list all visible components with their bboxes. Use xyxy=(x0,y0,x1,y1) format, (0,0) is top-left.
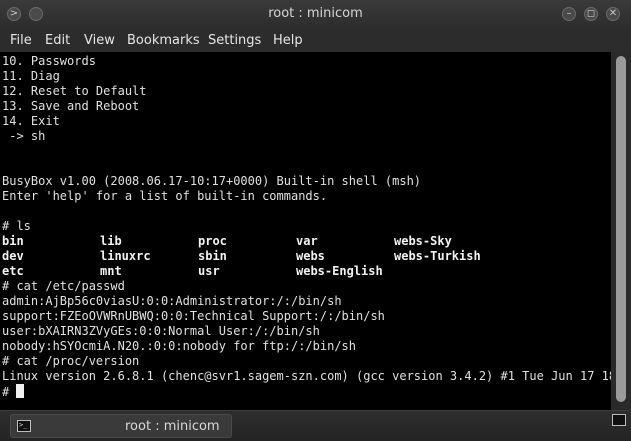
terminal-line: 10. Passwords xyxy=(2,54,96,68)
terminal-icon[interactable] xyxy=(612,414,626,426)
scrollbar-thumb[interactable] xyxy=(616,56,626,402)
menu-bookmarks[interactable]: Bookmarks xyxy=(127,32,200,50)
terminal-line: 12. Reset to Default xyxy=(2,84,147,98)
taskbar-window-label: root : minicom xyxy=(125,419,220,434)
terminal-line: nobody:hSYOcmiA.N20.:0:0:nobody for ftp:… xyxy=(2,339,357,353)
menu-file[interactable]: File xyxy=(10,32,32,50)
minimize-icon: – xyxy=(566,8,572,19)
ls-entry: sbin xyxy=(198,249,227,263)
prompt-line[interactable]: # xyxy=(2,384,25,399)
ls-entry: lib xyxy=(100,234,122,248)
terminal-line: -> sh xyxy=(2,129,46,143)
terminal-line: admin:AjBp56c0viasU:0:0:Administrator:/:… xyxy=(2,294,342,308)
terminal-line: support:FZEoOVWRnUBWQ:0:0:Technical Supp… xyxy=(2,309,385,323)
ls-entry: dev xyxy=(2,249,24,263)
scrollbar[interactable] xyxy=(611,52,631,410)
ls-entry: webs xyxy=(296,249,325,263)
menu-view[interactable]: View xyxy=(84,32,115,50)
ls-entry: etc xyxy=(2,264,24,278)
terminal-line: user:bXAIRN3ZVyGEs:0:0:Normal User:/:/bi… xyxy=(2,324,320,338)
terminal-line: 11. Diag xyxy=(2,69,60,83)
terminal-line: 13. Save and Reboot xyxy=(2,99,140,113)
ls-entry: webs-English xyxy=(296,264,383,278)
menu-edit[interactable]: Edit xyxy=(45,32,70,50)
close-icon: ✕ xyxy=(608,8,618,19)
terminal-icon: >_ xyxy=(17,420,31,432)
taskbar: >_ root : minicom xyxy=(0,410,631,441)
terminal-line: 14. Exit xyxy=(2,114,60,128)
minimize-button[interactable]: – xyxy=(562,7,576,21)
taskbar-window-button[interactable]: >_ root : minicom xyxy=(10,414,232,438)
window-titlebar[interactable]: > root : minicom – ◻ ✕ xyxy=(0,0,631,31)
maximize-icon: ◻ xyxy=(586,8,596,19)
menu-bar: File Edit View Bookmarks Settings Help xyxy=(0,30,631,52)
terminal-line: # cat /etc/passwd xyxy=(2,279,125,293)
menu-settings[interactable]: Settings xyxy=(208,32,261,50)
terminal-output[interactable]: 10. Passwords 11. Diag 12. Reset to Defa… xyxy=(0,52,611,410)
terminal-line: # ls xyxy=(2,219,31,233)
text-cursor xyxy=(16,384,25,398)
ls-entry: linuxrc xyxy=(100,249,151,263)
close-button[interactable]: ✕ xyxy=(606,7,620,21)
terminal-line: BusyBox v1.00 (2008.06.17-10:17+0000) Bu… xyxy=(2,174,422,188)
terminal-line: Linux version 2.6.8.1 (chenc@svr1.sagem-… xyxy=(2,369,611,383)
shell-prompt: # xyxy=(2,385,17,399)
maximize-button[interactable]: ◻ xyxy=(584,7,598,21)
ls-entry: var xyxy=(296,234,318,248)
window-title: root : minicom xyxy=(268,6,363,21)
menu-help[interactable]: Help xyxy=(273,32,303,50)
ls-entry: mnt xyxy=(100,264,122,278)
terminal-line: Enter 'help' for a list of built-in comm… xyxy=(2,189,328,203)
ls-entry: webs-Sky xyxy=(394,234,452,248)
ls-entry: usr xyxy=(198,264,220,278)
terminal-line: # cat /proc/version xyxy=(2,354,140,368)
ls-entry: webs-Turkish xyxy=(394,249,481,263)
ls-entry: bin xyxy=(2,234,24,248)
ls-entry: proc xyxy=(198,234,227,248)
